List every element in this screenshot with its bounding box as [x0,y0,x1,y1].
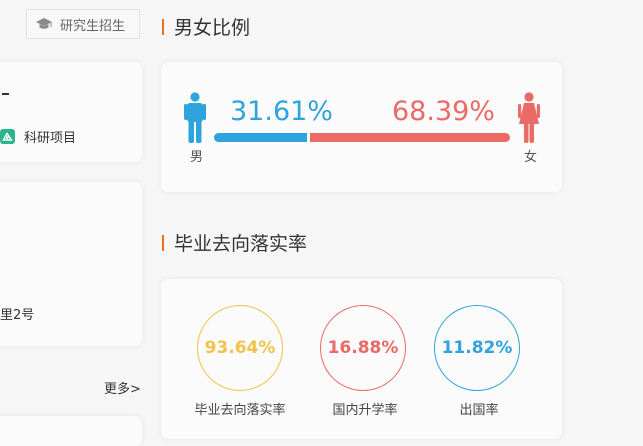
employment-rate-heading: 毕业去向落实率 [162,229,307,256]
more-link[interactable]: 更多> [104,378,141,397]
female-person-icon [518,92,540,143]
dash-mark [2,93,9,95]
gender-ratio-heading: 男女比例 [162,13,250,40]
research-project-icon [0,129,15,144]
female-percentage: 68.39% [392,96,495,127]
female-label: 女 [524,150,538,165]
left-card-bottom [0,416,142,446]
male-percentage: 31.61% [230,96,333,127]
graduation-cap-icon [36,18,52,29]
male-label: 男 [190,150,204,165]
graduate-admissions-label: 研究生招生 [60,18,126,34]
female-ratio-fill [309,133,510,142]
graduate-admissions-button[interactable]: 研究生招生 [26,9,140,39]
heading-accent-bar [162,234,164,251]
employment-rate-title: 毕业去向落实率 [174,233,308,255]
male-person-icon [184,92,206,143]
gender-ratio-title: 男女比例 [174,17,251,39]
left-card-top [0,62,142,162]
gender-ratio-bar [214,133,510,142]
male-ratio-fill [214,133,307,142]
address-text: 里2号 [0,308,35,323]
study-abroad-circle: 11.82% [434,305,520,391]
heading-accent-bar [162,18,164,35]
research-projects-link[interactable]: 科研项目 [0,127,76,146]
employment-rate-label: 毕业去向落实率 [194,403,286,418]
domestic-further-study-circle: 16.88% [320,305,406,391]
gender-ratio-card [161,62,562,192]
research-projects-label: 科研项目 [24,131,77,146]
study-abroad-label: 出国率 [459,403,499,418]
employment-rate-circle: 93.64% [197,305,283,391]
domestic-further-study-label: 国内升学率 [332,403,398,418]
